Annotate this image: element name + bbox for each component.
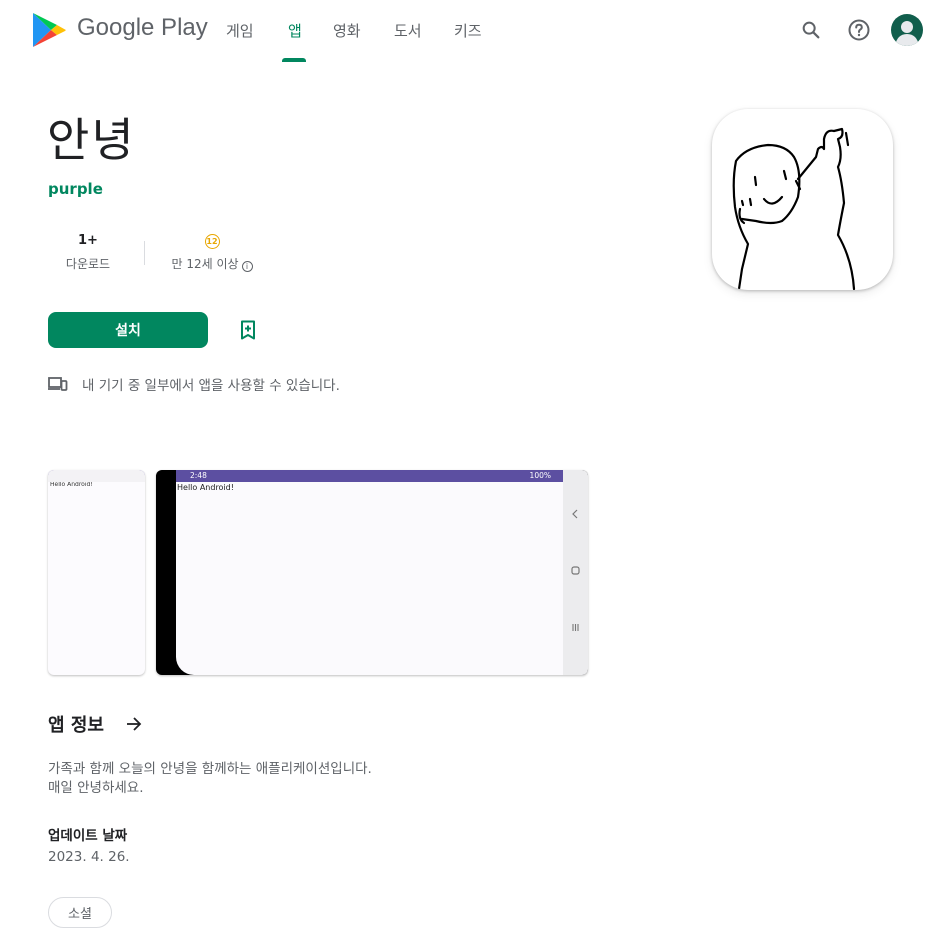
updated-on-date: 2023. 4. 26. [48, 849, 130, 865]
search-icon[interactable] [796, 15, 826, 45]
tablet-screen [176, 470, 563, 675]
nav-tab-games[interactable]: 게임 [226, 20, 254, 41]
app-title: 안녕 [47, 113, 136, 167]
help-icon[interactable] [844, 15, 874, 45]
google-play-logo-icon[interactable] [30, 11, 68, 49]
screenshot-tablet[interactable]: 2:48 100% Hello Android! [156, 470, 588, 675]
phone-nav-bar [48, 470, 145, 482]
status-battery: 100% [529, 471, 551, 480]
device-note-text: 내 기기 중 일부에서 앱을 사용할 수 있습니다. [82, 378, 340, 394]
downloads-stat: 1+ 다운로드 [48, 233, 128, 272]
nav-tab-books[interactable]: 도서 [394, 20, 422, 41]
info-icon[interactable]: i [241, 261, 253, 272]
stat-divider [144, 241, 145, 265]
content-rating-label: 만 12세 이상 [171, 257, 239, 271]
nav-tab-movies[interactable]: 영화 [333, 20, 361, 41]
about-app-heading[interactable]: 앱 정보 [48, 711, 104, 737]
app-icon [712, 109, 893, 290]
description-line: 가족과 함께 오늘의 안녕을 함께하는 애플리케이션입니다. [48, 761, 372, 777]
downloads-value: 1+ [78, 233, 98, 248]
category-chip[interactable]: 소셜 [48, 897, 112, 928]
nav-tab-apps[interactable]: 앱 [288, 20, 302, 41]
age-rating-12-icon: 12 [204, 234, 220, 249]
account-avatar[interactable] [891, 14, 923, 46]
add-to-wishlist-icon[interactable] [236, 318, 260, 342]
description-line: 매일 안녕하세요. [48, 780, 144, 796]
nav-tab-kids[interactable]: 키즈 [454, 20, 482, 41]
updated-on-label: 업데이트 날짜 [48, 828, 128, 844]
downloads-label: 다운로드 [65, 257, 111, 271]
app-description: 가족과 함께 오늘의 안녕을 함께하는 애플리케이션입니다. 매일 안녕하세요. [48, 760, 372, 798]
install-button[interactable]: 설치 [48, 312, 208, 348]
status-bar: 2:48 100% [176, 470, 563, 482]
screenshot-phone[interactable]: Hello Android! [48, 470, 145, 675]
developer-link[interactable]: purple [48, 180, 103, 198]
screenshot-hello-text: Hello Android! [177, 483, 234, 492]
content-rating-stat[interactable]: 12 만 12세 이상 i [160, 233, 264, 272]
top-app-bar: Google Play 게임 앱 영화 도서 키즈 [0, 0, 943, 62]
tablet-nav-bar [563, 470, 588, 675]
device-compatibility-note: 내 기기 중 일부에서 앱을 사용할 수 있습니다. [48, 374, 340, 394]
brand-name[interactable]: Google Play [77, 14, 208, 42]
active-tab-indicator [282, 58, 306, 62]
waving-figure-icon [732, 127, 856, 290]
arrow-right-icon[interactable] [124, 714, 144, 734]
devices-icon [48, 377, 68, 391]
status-time: 2:48 [190, 471, 207, 480]
